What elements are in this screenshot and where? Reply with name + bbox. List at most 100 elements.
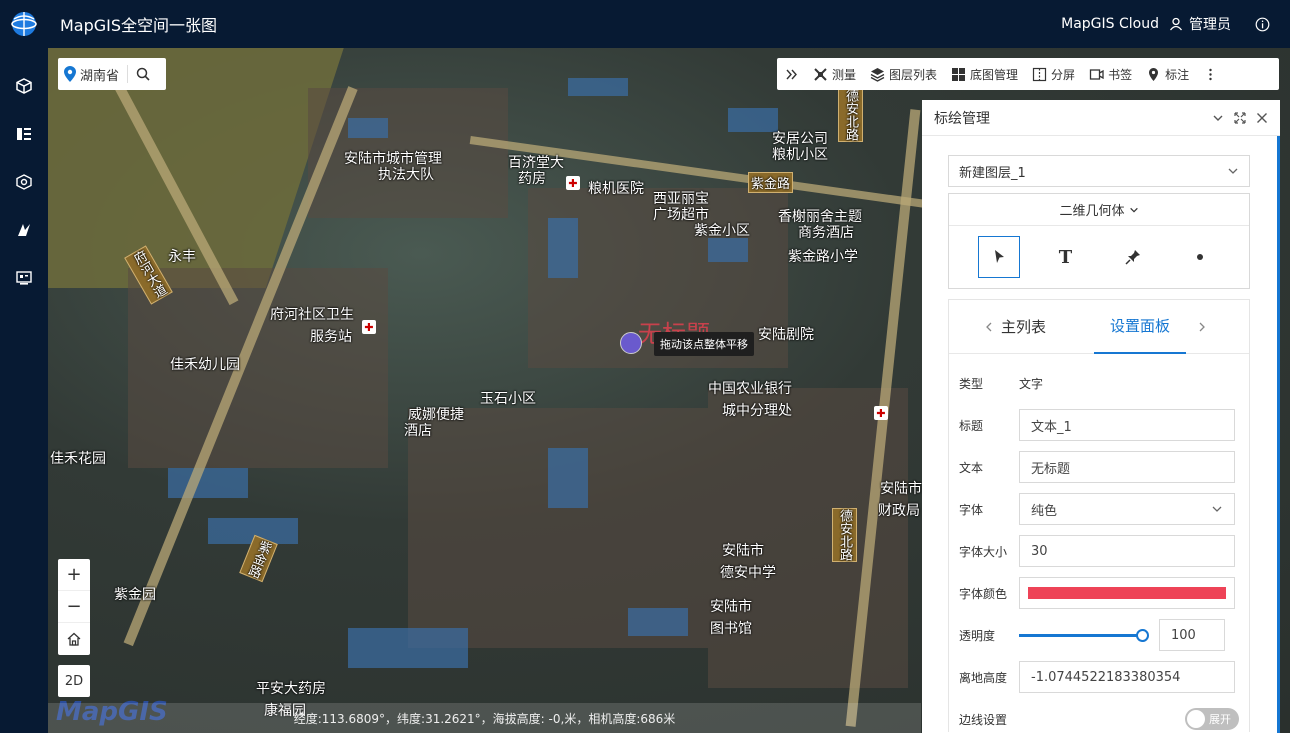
map-label: 德安中学 bbox=[720, 565, 776, 581]
height-label: 离地高度 bbox=[959, 670, 1008, 685]
expand-icon[interactable] bbox=[1234, 111, 1246, 124]
map-label: 城中分理处 bbox=[722, 403, 792, 419]
border-label: 边线设置 bbox=[959, 712, 1008, 727]
map-label: 紫金小区 bbox=[694, 223, 750, 239]
map-label: 服务站 bbox=[310, 329, 352, 345]
layer-select[interactable]: 新建图层_1 bbox=[948, 155, 1250, 187]
pushpin-icon bbox=[1124, 250, 1140, 265]
drag-marker[interactable] bbox=[620, 332, 642, 354]
home-button[interactable] bbox=[58, 623, 90, 655]
map-label: 酒店 bbox=[404, 423, 432, 439]
search-icon[interactable] bbox=[136, 67, 150, 81]
hospital-poi-icon: ✚ bbox=[874, 406, 888, 420]
type-label: 类型 bbox=[959, 376, 984, 391]
model-icon[interactable] bbox=[0, 158, 48, 206]
collapse-chevron-icon[interactable] bbox=[1212, 112, 1224, 124]
left-rail bbox=[0, 48, 48, 733]
more-vertical-icon bbox=[1209, 68, 1212, 80]
chevron-down-icon bbox=[1212, 506, 1222, 512]
user-name: 管理员 bbox=[1189, 17, 1231, 33]
close-icon[interactable] bbox=[1256, 112, 1268, 124]
font-label: 字体 bbox=[959, 502, 984, 517]
location-pin-icon bbox=[64, 66, 76, 82]
chevron-down-icon bbox=[1129, 207, 1138, 213]
layer-list-button[interactable]: 图层列表 bbox=[863, 58, 944, 90]
height-row: 离地高度 -1.0744522183380354 bbox=[949, 656, 1249, 698]
pin-tool-button[interactable] bbox=[1112, 236, 1154, 278]
split-screen-button[interactable]: 分屏 bbox=[1025, 58, 1082, 90]
map-label: 安陆市 bbox=[710, 599, 752, 615]
map-label: 永丰 bbox=[168, 249, 196, 265]
point-tool-button[interactable] bbox=[1179, 236, 1221, 278]
collapse-toolbar-button[interactable] bbox=[777, 58, 806, 90]
text-row: 文本 无标题 bbox=[949, 446, 1249, 488]
select-tool-button[interactable] bbox=[977, 236, 1020, 278]
title-input[interactable]: 文本_1 bbox=[1019, 409, 1235, 441]
road-label: 紫金路 bbox=[748, 172, 794, 193]
grid-icon bbox=[952, 67, 966, 81]
map-label: 玉石小区 bbox=[480, 391, 536, 407]
view-mode-button[interactable]: 2D bbox=[58, 665, 90, 697]
map-label: 药房 bbox=[518, 171, 546, 187]
basemap-button[interactable]: 底图管理 bbox=[944, 58, 1025, 90]
tab-settings[interactable]: 设置面板 bbox=[1094, 300, 1187, 354]
hospital-poi-icon: ✚ bbox=[362, 320, 376, 334]
camera-icon bbox=[1089, 68, 1104, 80]
road-label: 德安北路 bbox=[838, 88, 863, 142]
text-input[interactable]: 无标题 bbox=[1019, 451, 1235, 483]
font-color-picker[interactable] bbox=[1019, 577, 1235, 609]
region-label[interactable]: 湖南省 bbox=[80, 65, 119, 84]
map-label: 执法大队 bbox=[378, 167, 434, 183]
map-label: 粮机医院 bbox=[588, 181, 644, 197]
opacity-input[interactable]: 100 bbox=[1159, 619, 1225, 651]
map-label: 佳禾花园 bbox=[50, 451, 106, 467]
map-label: 府河社区卫生 bbox=[270, 307, 354, 323]
text-tool-button[interactable]: T bbox=[1045, 236, 1087, 278]
annotation-button[interactable]: 标注 bbox=[1139, 58, 1196, 90]
app-title: MapGIS全空间一张图 bbox=[60, 16, 218, 35]
measure-button[interactable]: 测量 bbox=[806, 58, 863, 90]
layers-list-icon[interactable] bbox=[0, 110, 48, 158]
title-label: 标题 bbox=[959, 418, 984, 433]
opacity-slider[interactable] bbox=[1019, 628, 1149, 642]
cube-icon[interactable] bbox=[0, 62, 48, 110]
tab-main-list[interactable]: 主列表 bbox=[1001, 300, 1046, 354]
chevron-down-icon bbox=[1228, 168, 1238, 174]
map-label: 平安大药房 bbox=[256, 681, 326, 697]
type-row: 类型 文字 bbox=[949, 362, 1249, 404]
height-input[interactable]: -1.0744522183380354 bbox=[1019, 661, 1235, 693]
map-label: 商务酒店 bbox=[798, 225, 854, 241]
geometry-type-dropdown[interactable]: 二维几何体 bbox=[949, 194, 1249, 226]
mode-toggle: 2D bbox=[58, 665, 90, 697]
region-search[interactable]: 湖南省 bbox=[58, 58, 166, 90]
bookmark-button[interactable]: 书签 bbox=[1082, 58, 1139, 90]
map-label: 安陆市 bbox=[722, 543, 764, 559]
map-label: 安陆剧院 bbox=[758, 327, 814, 343]
info-icon[interactable] bbox=[1255, 17, 1270, 32]
settings-box: 主列表 设置面板 类型 文字 标题 文本_1 文本 无标题 字体 纯色 字体大小… bbox=[948, 299, 1250, 732]
font-select[interactable]: 纯色 bbox=[1019, 493, 1235, 525]
font-size-row: 字体大小 30 bbox=[949, 530, 1249, 572]
chevron-right-icon[interactable] bbox=[1196, 321, 1208, 333]
zoom-out-button[interactable]: − bbox=[58, 591, 90, 623]
font-size-input[interactable]: 30 bbox=[1019, 535, 1235, 567]
map-label: 粮机小区 bbox=[772, 147, 828, 163]
screen-icon[interactable] bbox=[0, 254, 48, 302]
chevron-left-icon[interactable] bbox=[983, 321, 995, 333]
map-label: 紫金园 bbox=[114, 587, 156, 603]
map-label: 紫金路小学 bbox=[788, 249, 858, 265]
slider-knob[interactable] bbox=[1136, 628, 1149, 642]
zoom-controls: + − bbox=[58, 559, 90, 655]
layers-icon bbox=[870, 67, 885, 82]
map-label: 财政局 bbox=[878, 503, 920, 519]
app-header: MapGIS全空间一张图 MapGIS Cloud 管理员 bbox=[0, 0, 1290, 48]
analysis-icon[interactable] bbox=[0, 206, 48, 254]
border-toggle[interactable]: 展开 bbox=[1185, 708, 1239, 730]
zoom-in-button[interactable]: + bbox=[58, 559, 90, 591]
home-icon bbox=[67, 632, 81, 646]
cloud-link[interactable]: MapGIS Cloud bbox=[1061, 16, 1159, 32]
map-label: 图书馆 bbox=[710, 621, 752, 637]
more-button[interactable] bbox=[1196, 58, 1225, 90]
user-menu[interactable]: 管理员 bbox=[1169, 14, 1231, 34]
cursor-arrow-icon bbox=[994, 250, 1004, 263]
